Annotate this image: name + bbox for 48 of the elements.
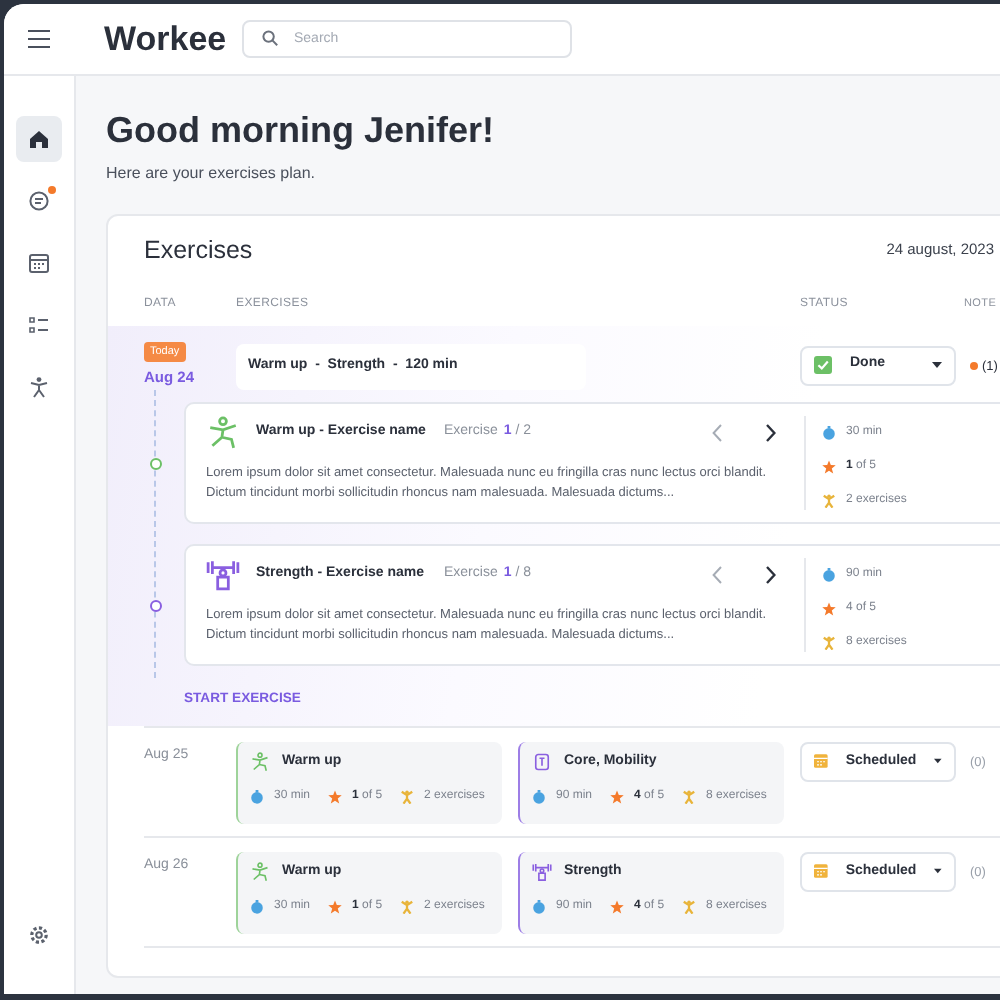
stopwatch-icon	[532, 900, 546, 915]
trophy-figure-icon	[822, 493, 836, 508]
greeting-heading: Good morning Jenifer!	[106, 110, 497, 154]
stopwatch-icon	[822, 567, 836, 582]
menu-icon	[28, 30, 50, 48]
figure-icon	[250, 862, 270, 883]
star-icon	[822, 459, 836, 474]
chevron-left-icon	[712, 423, 722, 442]
weightlifter-icon	[206, 557, 240, 592]
star-icon	[610, 900, 625, 915]
figure-icon	[250, 752, 270, 773]
figure-icon	[206, 415, 240, 450]
stopwatch-icon	[822, 425, 836, 440]
caret-icon	[934, 868, 942, 875]
settings-icon	[28, 924, 50, 946]
caret-icon	[932, 362, 942, 369]
chevron-right-icon	[766, 423, 776, 442]
stopwatch-icon	[250, 790, 264, 805]
star-icon	[328, 900, 343, 915]
trophy-figure-icon	[400, 900, 415, 915]
stopwatch-icon	[532, 790, 546, 805]
checkbox-icon	[814, 356, 832, 375]
star-icon	[328, 790, 343, 805]
trophy-figure-icon	[822, 635, 836, 650]
caret-icon	[934, 758, 942, 765]
card-title: Exercises	[144, 235, 253, 266]
star-icon	[610, 790, 625, 805]
trophy-figure-icon	[400, 790, 415, 805]
next-button[interactable]	[766, 423, 776, 442]
next-button[interactable]	[766, 565, 776, 584]
star-icon	[822, 601, 836, 616]
trophy-figure-icon	[682, 790, 697, 805]
calendar-icon	[28, 252, 50, 274]
subtitle: Here are your exercises plan.	[106, 161, 317, 186]
stopwatch-icon	[250, 900, 264, 915]
checklist-icon	[28, 314, 50, 336]
sidebar-item[interactable]	[16, 116, 62, 162]
chevron-left-icon	[712, 565, 722, 584]
trophy-figure-icon	[682, 900, 697, 915]
chat-icon	[28, 190, 50, 212]
app-logo: Workee	[104, 17, 229, 62]
home-icon	[28, 128, 50, 150]
weightlifter-icon	[532, 862, 552, 883]
calendar-icon	[814, 862, 828, 881]
figure-icon	[28, 376, 50, 398]
torso-icon	[532, 752, 552, 773]
chevron-right-icon	[766, 565, 776, 584]
calendar-icon	[814, 752, 828, 771]
